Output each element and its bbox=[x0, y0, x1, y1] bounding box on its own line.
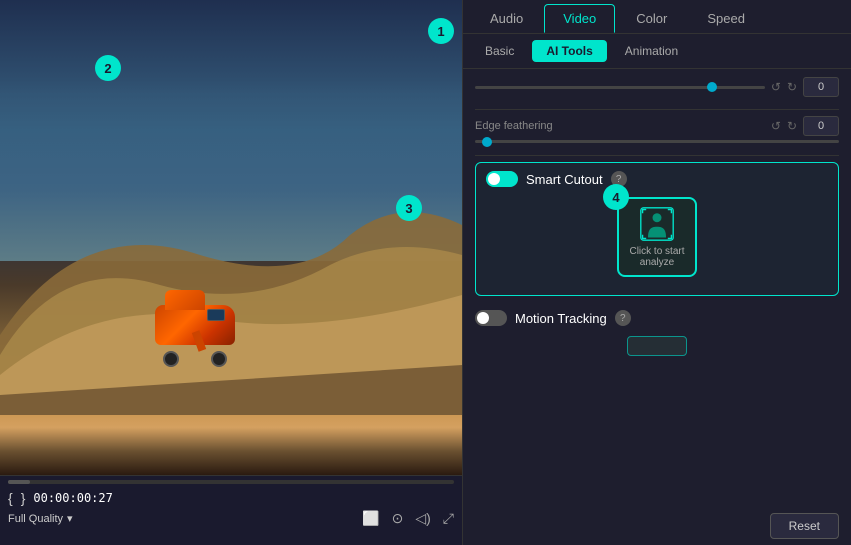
motion-tracking-title: Motion Tracking bbox=[515, 311, 607, 326]
edge-feathering-label: Edge feathering bbox=[475, 120, 555, 132]
video-panel: 1 2 3 { } 00:00:00:27 Full Quality ▾ bbox=[0, 0, 462, 545]
quality-arrow-icon: ▾ bbox=[67, 512, 73, 525]
analyze-button[interactable]: Click to start analyze bbox=[617, 197, 697, 277]
camera-icon[interactable]: ⊙ bbox=[392, 510, 404, 527]
video-canvas: 1 2 3 bbox=[0, 0, 462, 475]
timeline-bar[interactable] bbox=[8, 480, 454, 484]
timeline-progress bbox=[8, 480, 30, 484]
slider-value-1[interactable]: 0 bbox=[803, 77, 839, 97]
smart-cutout-section: Smart Cutout ? 4 bbox=[475, 162, 839, 296]
top-tabs: Audio Video Color Speed bbox=[463, 0, 851, 34]
time-display: 00:00:00:27 bbox=[33, 491, 112, 505]
motion-tracking-toggle[interactable] bbox=[475, 310, 507, 326]
motion-toggle-knob bbox=[477, 312, 489, 324]
annotation-3: 3 bbox=[396, 195, 422, 221]
reset-icon-1[interactable]: ↺ bbox=[771, 80, 781, 94]
reset-icon-2[interactable]: ↻ bbox=[787, 80, 797, 94]
edge-feathering-section: Edge feathering ↺ ↻ 0 bbox=[475, 116, 839, 143]
sub-tab-animation[interactable]: Animation bbox=[611, 40, 692, 62]
analyze-button-container: 4 bbox=[486, 197, 828, 277]
top-sliders: ↺ ↻ 0 bbox=[475, 77, 839, 97]
tab-speed[interactable]: Speed bbox=[688, 4, 764, 33]
reset-button[interactable]: Reset bbox=[770, 513, 839, 539]
monitor-icon[interactable]: ⬜ bbox=[362, 510, 379, 527]
bracket-left-button[interactable]: { bbox=[8, 490, 13, 506]
motion-tracking-help-icon[interactable]: ? bbox=[615, 310, 631, 326]
reset-button-container: Reset bbox=[463, 507, 851, 545]
sub-tab-ai-tools[interactable]: AI Tools bbox=[532, 40, 606, 62]
edge-undo-icon[interactable]: ↺ bbox=[771, 119, 781, 133]
volume-icon[interactable]: ◁) bbox=[415, 510, 430, 527]
partial-button[interactable] bbox=[627, 336, 687, 356]
smart-cutout-toggle[interactable] bbox=[486, 171, 518, 187]
motion-tracking-section: Motion Tracking ? bbox=[475, 310, 839, 326]
tab-video[interactable]: Video bbox=[544, 4, 615, 33]
sub-tabs: Basic AI Tools Animation bbox=[463, 34, 851, 69]
tab-color[interactable]: Color bbox=[617, 4, 686, 33]
smart-cutout-title: Smart Cutout bbox=[526, 172, 603, 187]
quality-selector[interactable]: Full Quality ▾ bbox=[8, 512, 73, 525]
annotation-2: 2 bbox=[95, 55, 121, 81]
analyze-label: Click to start analyze bbox=[619, 246, 695, 268]
person-icon bbox=[639, 206, 675, 242]
vehicle bbox=[155, 305, 235, 345]
video-controls: { } 00:00:00:27 Full Quality ▾ ⬜ ⊙ ◁) ⤢ bbox=[0, 475, 462, 545]
annotation-4: 4 bbox=[603, 184, 629, 210]
edge-value-box[interactable]: 0 bbox=[803, 116, 839, 136]
tab-audio[interactable]: Audio bbox=[471, 4, 542, 33]
edge-redo-icon[interactable]: ↻ bbox=[787, 119, 797, 133]
toggle-knob bbox=[488, 173, 500, 185]
panel-content: ↺ ↻ 0 Edge feathering ↺ ↻ 0 bbox=[463, 69, 851, 507]
bracket-right-button[interactable]: } bbox=[21, 490, 26, 506]
fullscreen-icon[interactable]: ⤢ bbox=[443, 510, 454, 527]
right-panel: Audio Video Color Speed Basic AI Tools A… bbox=[462, 0, 851, 545]
slider-track-1[interactable] bbox=[475, 86, 765, 89]
edge-feathering-slider[interactable] bbox=[475, 140, 839, 143]
sub-tab-basic[interactable]: Basic bbox=[471, 40, 528, 62]
quality-label: Full Quality bbox=[8, 513, 63, 525]
annotation-1: 1 bbox=[428, 18, 454, 44]
